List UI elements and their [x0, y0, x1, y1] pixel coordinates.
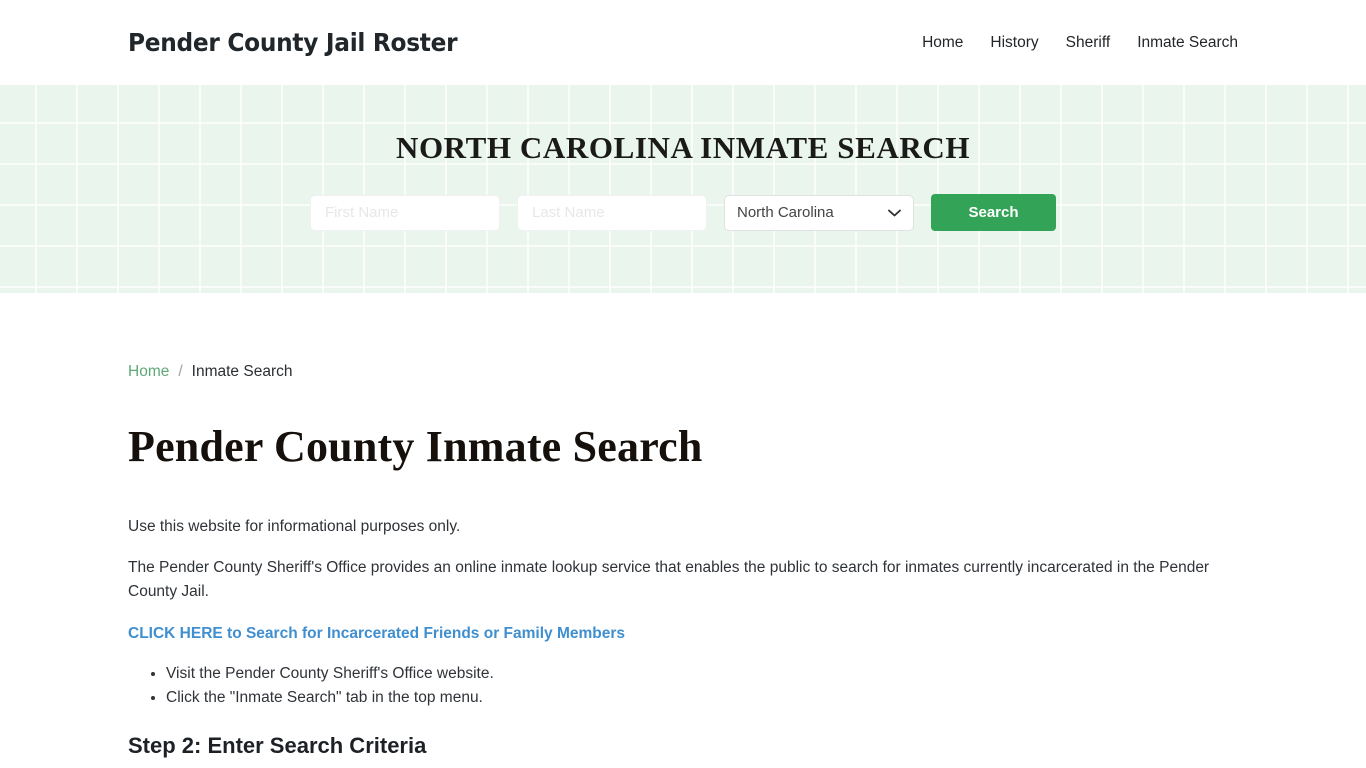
nav-item-inmate-search[interactable]: Inmate Search	[1137, 34, 1238, 52]
last-name-input[interactable]	[517, 194, 707, 231]
breadcrumb: Home / Inmate Search	[128, 363, 1238, 381]
state-select[interactable]: North Carolina	[724, 194, 914, 231]
breadcrumb-home-link[interactable]: Home	[128, 363, 169, 381]
inmate-search-cta-link[interactable]: CLICK HERE to Search for Incarcerated Fr…	[128, 625, 625, 643]
search-button[interactable]: Search	[931, 194, 1056, 231]
list-item: Visit the Pender County Sheriff's Office…	[166, 662, 1238, 686]
main-content: Home / Inmate Search Pender County Inmat…	[0, 363, 1366, 768]
breadcrumb-separator: /	[178, 363, 183, 380]
state-select-wrapper: North Carolina	[724, 194, 914, 231]
hero-search-banner: North Carolina Inmate Search North Carol…	[0, 85, 1366, 293]
site-title[interactable]: Pender County Jail Roster	[128, 28, 458, 57]
hero-title: North Carolina Inmate Search	[395, 130, 971, 165]
inmate-search-form: North Carolina Search	[310, 194, 1056, 231]
intro-paragraph: Use this website for informational purpo…	[128, 518, 461, 535]
site-header: Pender County Jail Roster Home History S…	[0, 0, 1366, 85]
description-paragraph: The Pender County Sheriff's Office provi…	[128, 559, 1210, 600]
nav-item-sheriff[interactable]: Sheriff	[1066, 34, 1111, 52]
step-one-list: Visit the Pender County Sheriff's Office…	[128, 662, 1238, 710]
step-two-heading: Step 2: Enter Search Criteria	[128, 733, 427, 758]
first-name-input[interactable]	[310, 194, 500, 231]
list-item: Click the "Inmate Search" tab in the top…	[166, 686, 1238, 710]
nav-item-history[interactable]: History	[990, 34, 1038, 52]
main-navigation: Home History Sheriff Inmate Search	[922, 34, 1238, 52]
breadcrumb-current: Inmate Search	[191, 363, 293, 380]
nav-item-home[interactable]: Home	[922, 34, 963, 52]
page-title: Pender County Inmate Search	[128, 422, 703, 471]
